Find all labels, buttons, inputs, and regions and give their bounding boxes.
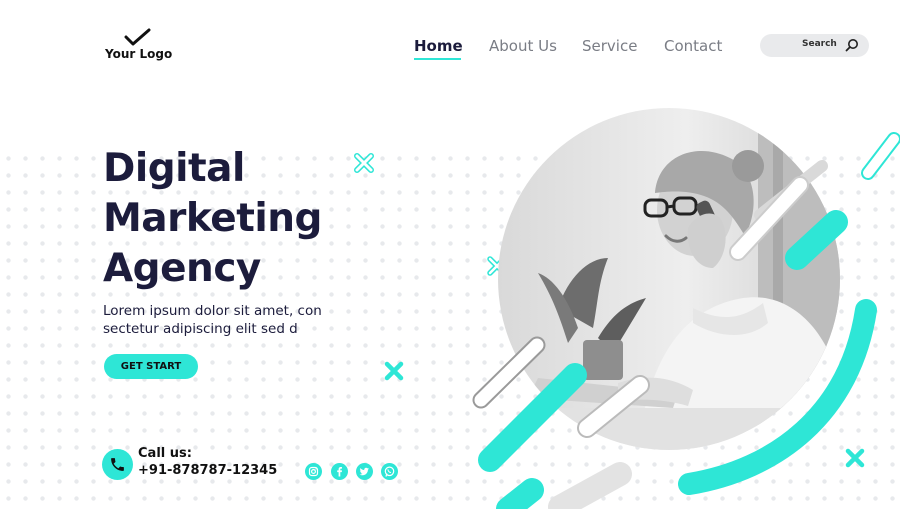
nav-active-underline [414, 58, 461, 60]
phone-number[interactable]: +91-878787-12345 [138, 463, 277, 478]
phone-icon [111, 458, 124, 471]
whatsapp-icon[interactable] [381, 463, 398, 480]
nav-item-contact[interactable]: Contact [664, 37, 722, 55]
instagram-icon[interactable] [305, 463, 322, 480]
hero-photo-woman-on-phone [498, 108, 840, 450]
cross-icon [845, 448, 865, 468]
facebook-icon[interactable] [331, 463, 348, 480]
nav-item-service[interactable]: Service [582, 37, 637, 55]
headline-line-3: Agency [103, 246, 261, 291]
call-us-label: Call us: [138, 446, 192, 461]
checkmark-icon [124, 28, 151, 46]
nav-item-about-us[interactable]: About Us [489, 37, 557, 55]
cross-outline-icon [354, 153, 374, 173]
twitter-icon[interactable] [356, 463, 373, 480]
get-start-button[interactable]: GET START [104, 354, 198, 379]
cross-icon [384, 361, 404, 381]
search-input[interactable]: Search [760, 34, 869, 57]
search-icon[interactable] [845, 38, 859, 52]
headline-line-2: Marketing [103, 196, 322, 241]
phone-icon-badge [102, 449, 133, 480]
logo[interactable]: Your Logo [105, 28, 175, 64]
hero-description: Lorem ipsum dolor sit amet, con sectetur… [103, 303, 322, 337]
search-placeholder: Search [802, 39, 837, 49]
logo-text: Your Logo [105, 47, 173, 61]
nav-item-home[interactable]: Home [414, 37, 463, 55]
